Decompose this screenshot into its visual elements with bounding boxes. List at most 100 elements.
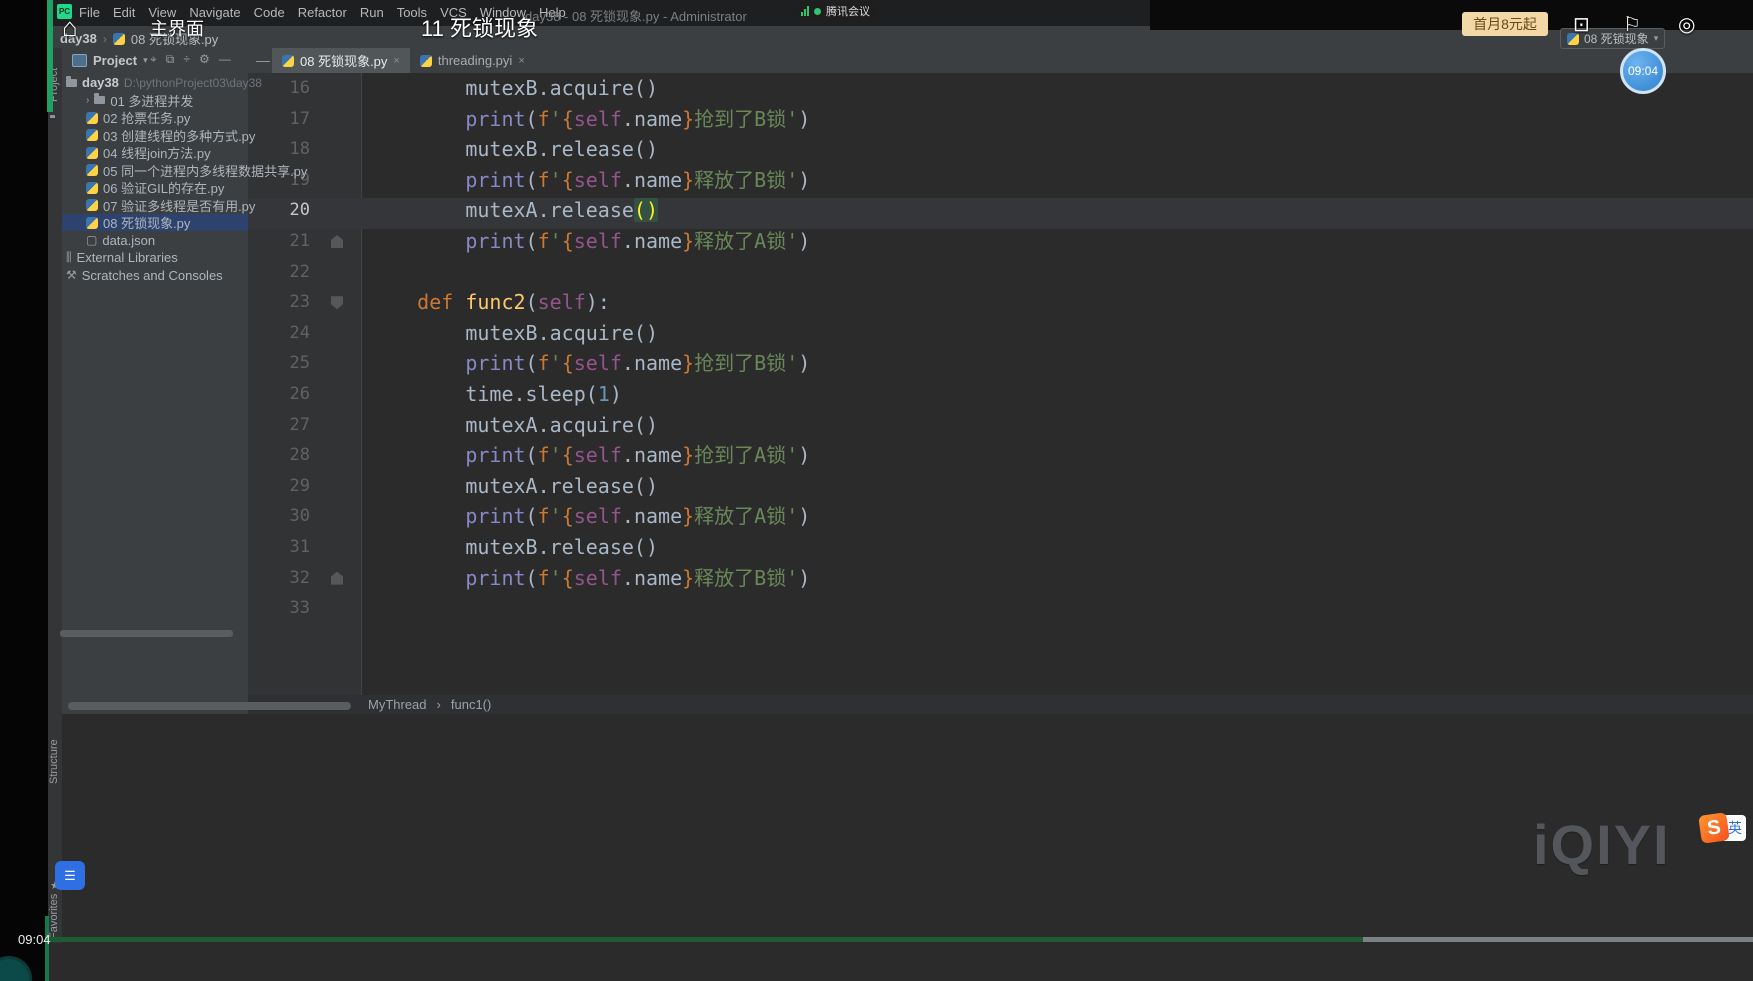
code-line: print(f'{self.name}释放了B锁') [465, 167, 811, 192]
meeting-indicator[interactable]: 腾讯会议 [793, 2, 878, 20]
editor-breadcrumb-item[interactable]: func1() [451, 697, 491, 712]
tree-item-label: Scratches and Consoles [81, 267, 223, 283]
meeting-timer-badge[interactable]: 09:04 [1620, 48, 1666, 94]
tree-item[interactable]: 08 死锁现象.py [62, 214, 248, 231]
chevron-down-icon: ▾ [1653, 33, 1659, 43]
tree-item-label: 01 多进程并发 [110, 93, 194, 109]
plugin-s-icon: S [1698, 812, 1730, 844]
menu-file[interactable]: File [79, 5, 100, 20]
player-home-label[interactable]: 主界面 [150, 15, 204, 41]
editor-tab-label: 08 死锁现象.py [300, 54, 388, 69]
tree-item[interactable]: › 01 多进程并发 [86, 92, 193, 109]
python-file-icon [86, 129, 98, 141]
menu-code[interactable]: Code [254, 5, 285, 20]
line-number: 21 [289, 231, 310, 251]
line-number: 33 [289, 598, 310, 619]
tree-item[interactable]: 02 抢票任务.py [86, 109, 190, 126]
tool-window-stripe [48, 48, 62, 943]
menu-edit[interactable]: Edit [113, 5, 135, 20]
tree-item-label: 03 创建线程的多种方式.py [103, 128, 256, 144]
stripe-tab-structure[interactable]: Structure [48, 726, 62, 798]
file-icon: ▢ [86, 233, 98, 247]
player-accent-line-bottom [45, 916, 49, 981]
promo-button[interactable]: 首月8元起 [1462, 12, 1548, 36]
editor-tab[interactable]: 08 死锁现象.py × [272, 48, 410, 73]
video-progress-rest[interactable] [1363, 937, 1753, 942]
project-header-label: Project [93, 53, 138, 68]
line-number: 32 [289, 567, 310, 588]
tree-item-label: 02 抢票任务.py [103, 111, 191, 126]
tree-item[interactable]: ⚒ Scratches and Consoles [66, 267, 223, 284]
line-number: 29 [289, 475, 310, 496]
translate-plugin-badge[interactable]: S 英 [1698, 812, 1746, 844]
tree-item-label: 06 验证GIL的存在.py [103, 181, 225, 196]
video-progress-played[interactable] [48, 937, 1363, 942]
python-file-icon [86, 199, 98, 211]
collapse-all-icon[interactable]: ⧉ [166, 52, 175, 67]
code-line: print(f'{self.name}释放了A锁') [465, 228, 811, 253]
expand-collapse-icon[interactable]: ÷ [183, 52, 190, 67]
code-line: print(f'{self.name}抢到了B锁') [465, 351, 811, 376]
tree-item-label: day38 [82, 75, 119, 90]
tree-item[interactable]: ⫼ External Libraries [66, 249, 178, 266]
tree-item[interactable]: ▢ data.json [86, 232, 155, 249]
folder-icon [94, 93, 106, 104]
breadcrumb-separator: › [102, 31, 107, 46]
tree-item-label: 07 验证多线程是否有用.py [103, 198, 256, 214]
folder-icon [66, 75, 77, 87]
python-file-icon [86, 146, 98, 159]
line-number: 30 [289, 506, 310, 527]
tree-item[interactable]: 03 创建线程的多种方式.py [86, 127, 255, 144]
active-tool-button[interactable]: ☰ [55, 861, 85, 890]
panel-settings-icon[interactable]: ⚙ [199, 52, 210, 67]
editor-tab-label: threading.pyi [437, 53, 513, 68]
locate-file-icon[interactable]: ⌖ [150, 52, 157, 67]
close-icon[interactable]: × [393, 55, 399, 67]
editor-breadcrumbs[interactable]: MyThread › func1() [368, 697, 491, 712]
editor-breadcrumb-item[interactable]: MyThread [368, 697, 427, 712]
chevron-right-icon[interactable]: › [86, 95, 89, 106]
tree-item-label: data.json [102, 232, 156, 248]
editor-tab[interactable]: threading.pyi × [409, 48, 535, 73]
player-settings-icon[interactable]: ◎ [1678, 12, 1695, 37]
line-number: 22 [289, 261, 310, 282]
code-line: mutexA.acquire() [369, 412, 658, 437]
pin-window-icon[interactable]: ⚐ [1623, 12, 1641, 37]
tree-item[interactable]: 06 验证GIL的存在.py [86, 179, 224, 196]
hide-panel-icon[interactable]: — [219, 52, 231, 67]
screenshot-icon[interactable]: ⊡ [1573, 12, 1590, 37]
line-number: 27 [289, 414, 310, 435]
code-line: print(f'{self.name}抢到了B锁') [465, 106, 811, 131]
line-number: 20 [289, 200, 310, 221]
code-text[interactable]: mutexB.acquire() print(f'{self.name}抢到了B… [369, 73, 810, 624]
line-number: 26 [289, 384, 310, 404]
tree-item[interactable]: 07 验证多线程是否有用.py [86, 197, 255, 214]
project-hscrollbar[interactable] [60, 630, 233, 637]
tree-item[interactable]: 05 同一个进程内多线程数据共享.py [86, 162, 307, 179]
python-file-icon [86, 216, 98, 229]
home-icon[interactable]: ⌂ [62, 12, 78, 43]
close-icon[interactable]: × [518, 55, 524, 67]
code-line: print(f'{self.name}抢到了A锁') [465, 443, 811, 468]
player-top-overlay [1150, 0, 1753, 30]
meeting-label: 腾讯会议 [826, 6, 870, 18]
menu-run[interactable]: Run [360, 5, 384, 20]
timer-text: 09:04 [1627, 64, 1659, 78]
editor-hscrollbar-thumb[interactable] [68, 702, 351, 710]
python-file-icon [86, 111, 98, 124]
tree-item[interactable]: 04 线程join方法.py [86, 144, 211, 161]
breadcrumb-separator: › [436, 697, 441, 712]
code-line: time.sleep(1) [369, 381, 622, 406]
code-line: print(f'{self.name}释放了B锁') [465, 565, 811, 590]
code-line: mutexB.acquire() [369, 76, 658, 100]
tree-item-label: 05 同一个进程内多线程数据共享.py [103, 163, 308, 179]
python-file-icon [282, 54, 294, 67]
editor-tab-bar: 08 死锁现象.py × threading.pyi × [248, 48, 1753, 73]
tree-item[interactable]: day38 D:\pythonProject03\day38 [66, 74, 262, 91]
python-file-icon [86, 181, 98, 194]
player-left-strip [0, 0, 48, 981]
hide-panel-icon[interactable]: — [256, 52, 270, 68]
menu-refactor[interactable]: Refactor [298, 5, 347, 20]
